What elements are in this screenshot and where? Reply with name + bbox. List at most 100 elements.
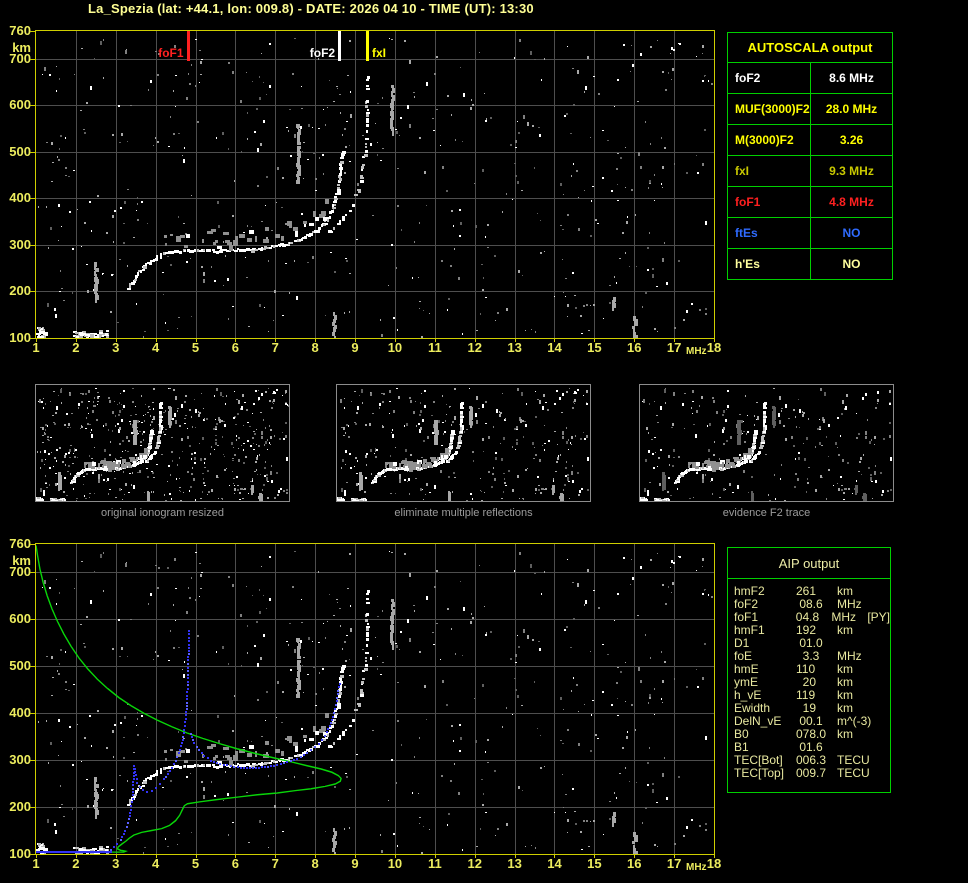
x-axis-tickmark: [514, 854, 516, 858]
x-axis-tick-label: 10: [387, 340, 403, 355]
aip-unit: km: [837, 727, 853, 741]
ionogram-plot: [35, 30, 715, 339]
x-axis-tick-label: 15: [587, 340, 602, 355]
y-axis-tickmark: [30, 105, 35, 107]
x-axis-tickmark: [714, 854, 715, 858]
autoscala-row-h'Es: h'Es NO: [728, 249, 892, 279]
param-value: 4.8 MHz: [829, 195, 874, 209]
x-axis-tick-label: 13: [507, 856, 522, 871]
marker-line-foF1: [186, 31, 190, 61]
y-axis-tick-label: 760: [9, 536, 31, 551]
y-axis-tickmark: [30, 31, 35, 32]
param-label: ftEs: [728, 218, 811, 248]
thumbnail-caption: evidence F2 trace: [722, 507, 811, 519]
thumbnail-eliminate-reflections: [336, 384, 591, 502]
autoscala-row-foF1: foF1 4.8 MHz: [728, 187, 892, 218]
aip-note: [873, 702, 875, 715]
y-axis-tick-label: 760: [9, 23, 31, 38]
x-axis-tick-label: 13: [507, 340, 522, 355]
y-axis-tickmark: [30, 151, 35, 153]
y-axis-tickmark: [30, 544, 35, 545]
x-axis-tick-label: 8: [311, 856, 319, 871]
y-axis-tickmark: [30, 619, 35, 621]
x-axis-tickmark: [434, 338, 436, 342]
autoscala-row-ftEs: ftEs NO: [728, 218, 892, 249]
x-axis-tickmark: [394, 338, 396, 342]
param-value: NO: [842, 257, 861, 271]
y-axis-unit-label: km: [12, 40, 31, 55]
y-axis-tickmark: [30, 244, 35, 246]
marker-line-fxI: [366, 31, 370, 61]
x-axis-tickmark: [355, 854, 357, 858]
aip-note: [873, 650, 875, 663]
aip-name: TEC[Top]: [734, 766, 785, 780]
x-axis-tickmark: [674, 338, 676, 342]
param-label: fxI: [728, 156, 811, 186]
x-axis-tickmark: [474, 854, 476, 858]
x-axis-tickmark: [36, 338, 37, 342]
x-axis-tickmark: [394, 854, 396, 858]
param-label: foF2: [728, 63, 811, 93]
x-axis-tick-label: 9: [351, 340, 359, 355]
param-label: M(3000)F2: [728, 125, 811, 155]
marker-label-foF2: foF2: [309, 46, 336, 60]
x-axis-tickmark: [355, 338, 357, 342]
aip-note: [873, 754, 875, 767]
x-axis-tick-label: 4: [152, 856, 160, 871]
x-axis-tickmark: [434, 854, 436, 858]
x-axis-tickmark: [674, 854, 676, 858]
x-axis-tickmark: [75, 854, 77, 858]
aip-note: [873, 728, 875, 741]
marker-label-foF1: foF1: [158, 46, 184, 60]
aip-note: [PY]: [867, 610, 890, 624]
autoscala-output-table: AUTOSCALA output foF2 8.6 MHz MUF(3000)F2 2…: [727, 32, 893, 280]
x-axis-tick-label: 16: [627, 340, 642, 355]
y-axis-tick-label: 600: [9, 611, 31, 627]
x-axis-tickmark: [634, 854, 636, 858]
x-axis-tick-label: 4: [152, 340, 160, 355]
autoscala-row-M(3000)F2: M(3000)F2 3.26: [728, 125, 892, 156]
x-axis-tickmark: [594, 854, 596, 858]
profile-plot: [35, 543, 715, 855]
y-axis-tick-label: 200: [9, 283, 31, 299]
x-axis-tickmark: [235, 338, 237, 342]
x-axis-tickmark: [315, 854, 317, 858]
x-axis-tickmark: [155, 338, 157, 342]
aip-val: 009.7: [796, 766, 827, 780]
x-axis-tick-label: 16: [627, 856, 642, 871]
x-axis-tick-label: 9: [351, 856, 359, 871]
x-axis-tick-label: 5: [191, 856, 200, 871]
marker-line-foF2: [338, 31, 342, 61]
x-axis-tickmark: [634, 338, 636, 342]
aip-note: [873, 715, 875, 728]
marker-label-fxI: fxI: [372, 46, 387, 60]
autoscala-table-header: AUTOSCALA output: [728, 33, 892, 63]
x-axis-tickmark: [75, 338, 77, 342]
x-axis-tickmark: [594, 338, 596, 342]
x-axis-tickmark: [514, 338, 516, 342]
aip-row-TEC[Top]: TEC[Top] 009.7 TECU: [728, 767, 890, 780]
y-axis-tick-label: 300: [9, 236, 31, 252]
aip-output-table: AIP output hmF2 261 km foF2 08.6 MHz foF1 04.…: [727, 547, 891, 793]
y-axis-tick-label: 400: [9, 190, 31, 206]
x-axis-unit-label: MHz: [686, 346, 707, 357]
x-axis-tickmark: [714, 338, 715, 342]
param-value: 3.26: [839, 133, 864, 147]
aip-note: [873, 637, 875, 650]
x-axis-tick-label: 14: [547, 856, 562, 871]
x-axis-tickmark: [195, 338, 197, 342]
thumbnail-caption: eliminate multiple reflections: [394, 507, 533, 519]
aip-note: [873, 741, 875, 754]
x-axis-tickmark: [474, 338, 476, 342]
aip-unit: km: [837, 623, 853, 637]
y-axis-tick-label: 500: [9, 143, 31, 159]
x-axis-tickmark: [554, 854, 556, 858]
y-axis-tickmark: [30, 338, 35, 339]
x-axis-tickmark: [275, 338, 277, 342]
x-axis-tick-label: 11: [427, 340, 442, 355]
aip-note: [873, 767, 875, 780]
x-axis-tickmark: [554, 338, 556, 342]
autoscala-row-MUF(3000)F2: MUF(3000)F2 28.0 MHz: [728, 94, 892, 125]
x-axis-tickmark: [115, 338, 117, 342]
thumbnail-caption: original ionogram resized: [101, 507, 224, 519]
